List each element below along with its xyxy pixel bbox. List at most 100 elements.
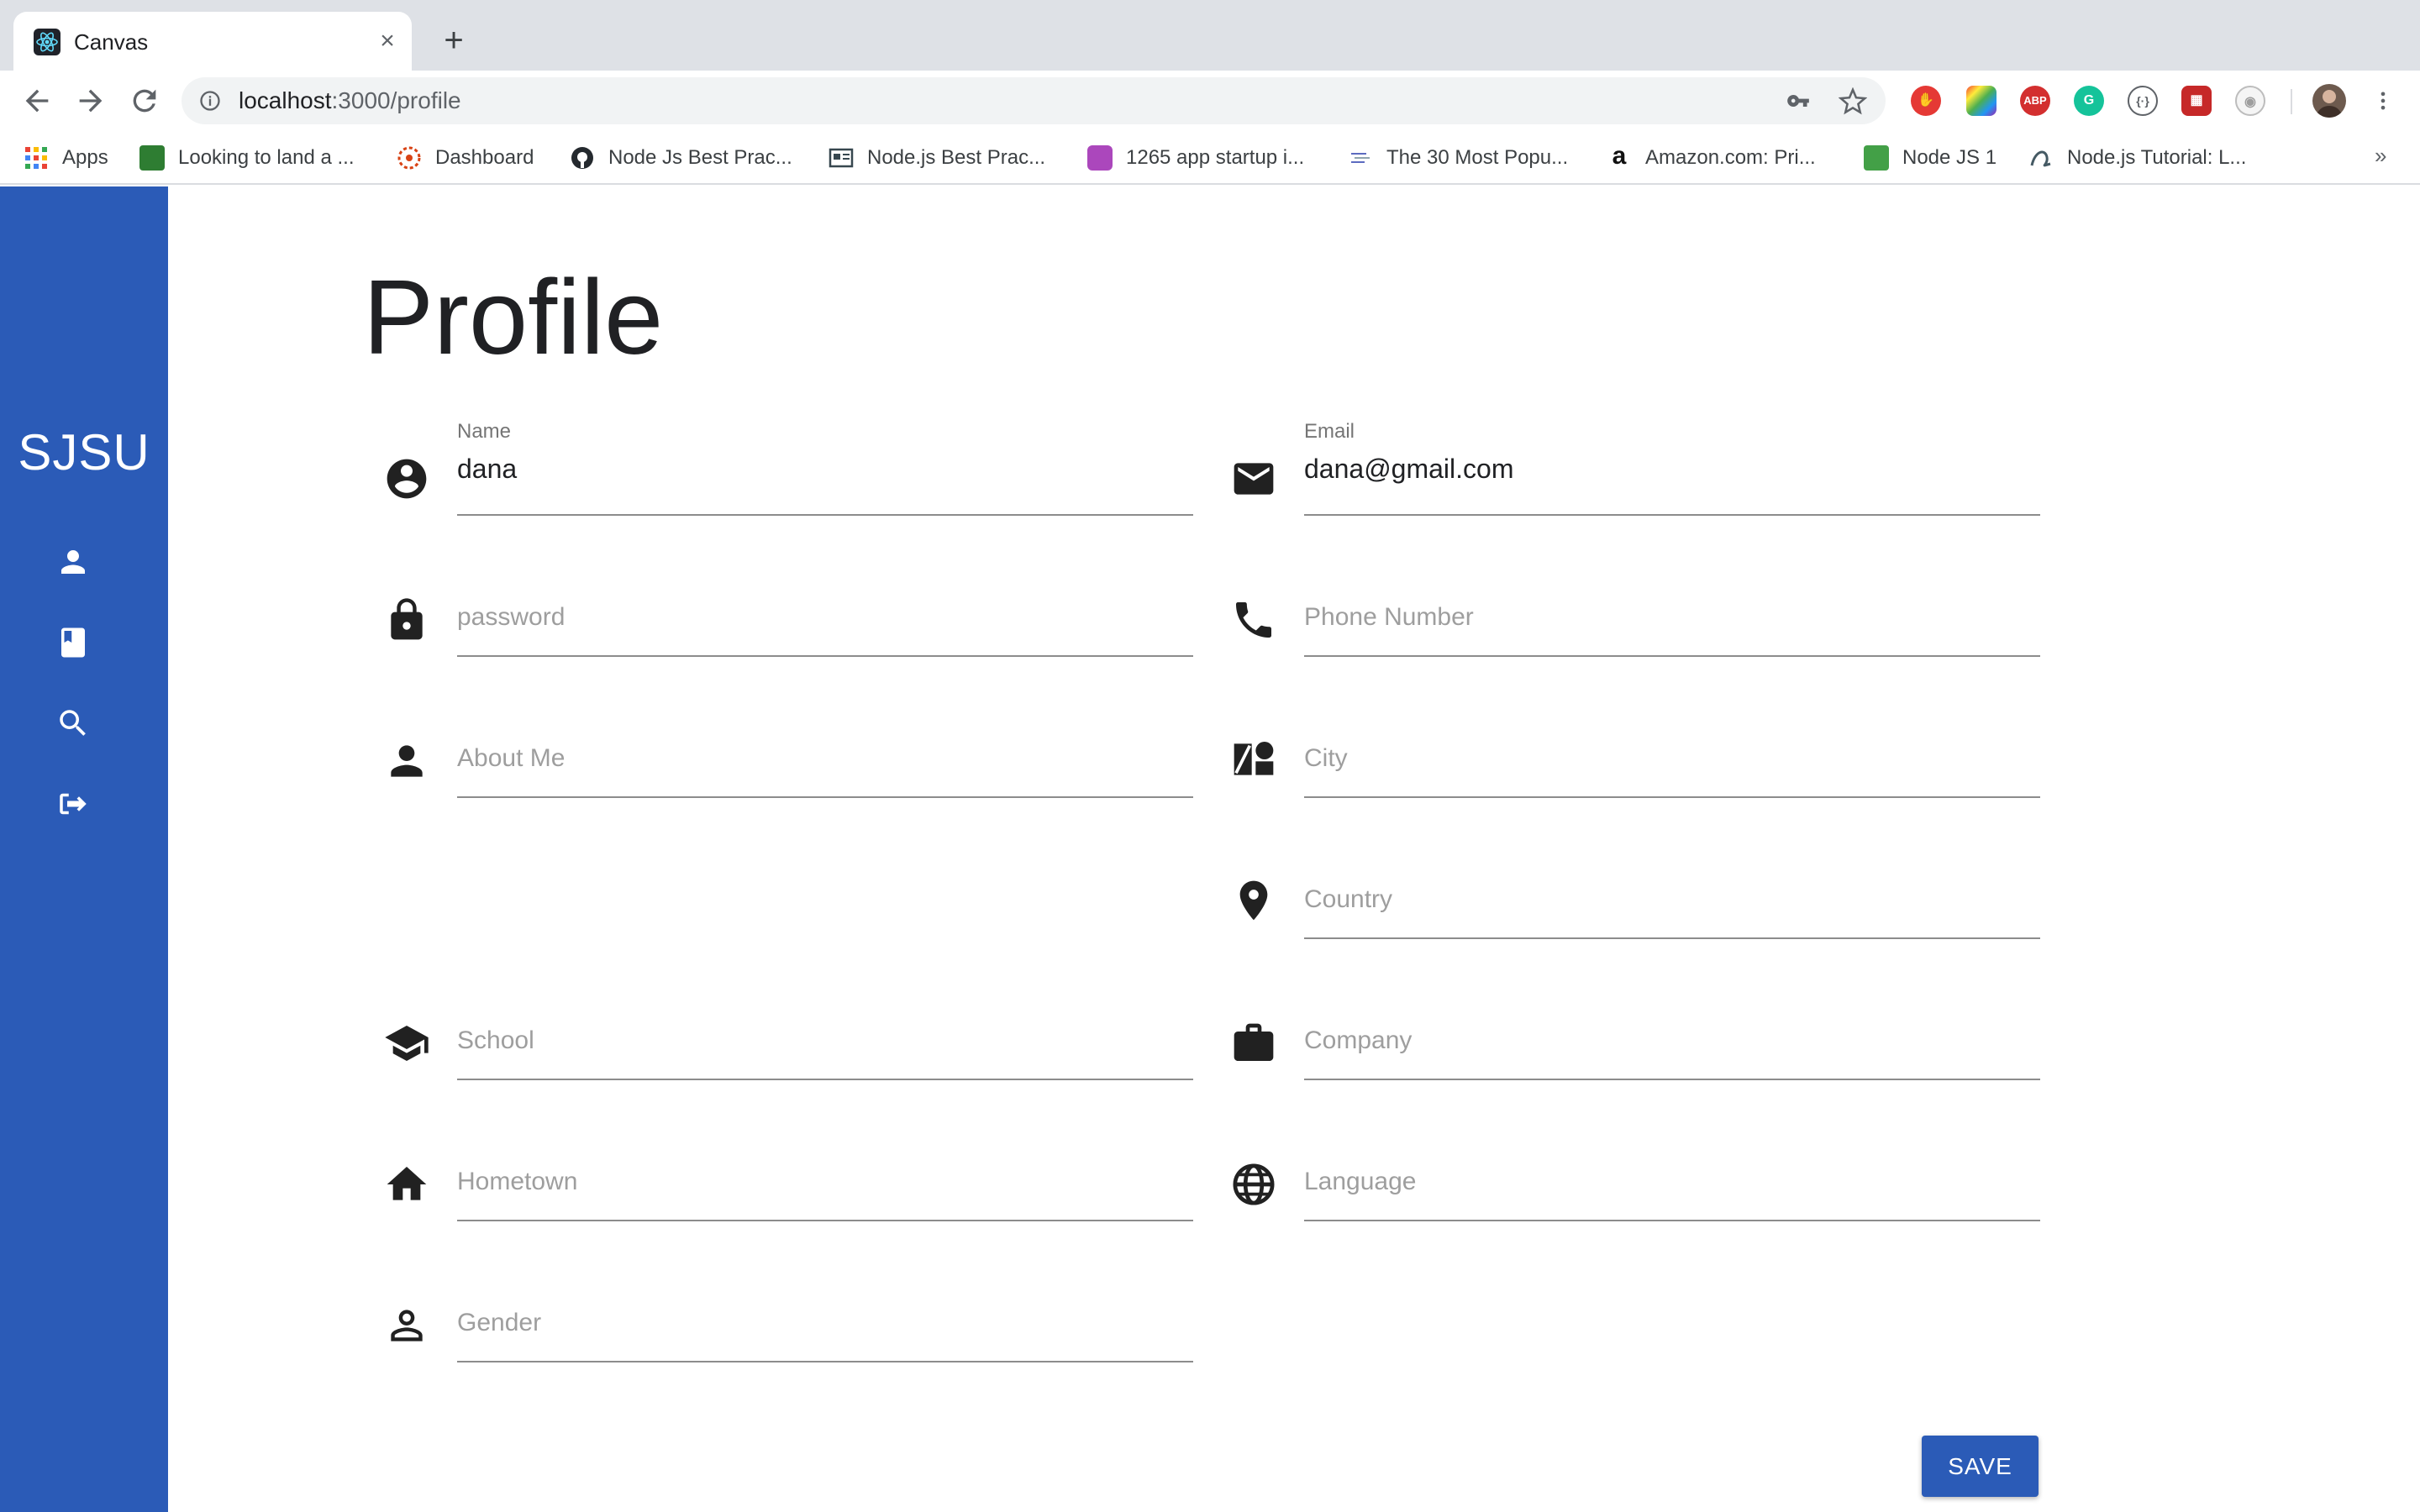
info-icon[interactable] (198, 89, 222, 113)
name-label: Name (457, 420, 512, 443)
apps-grid-icon (25, 147, 47, 169)
bookmark-item[interactable]: Looking to land a ... (139, 141, 354, 175)
url-path: :3000/profile (331, 87, 461, 113)
school-input[interactable] (457, 1026, 1193, 1055)
key-icon[interactable] (1786, 89, 1810, 113)
person-icon[interactable] (55, 544, 91, 580)
field-underline (1304, 1220, 2040, 1221)
page-title: Profile (363, 258, 664, 376)
bookmark-item[interactable]: Node Js Best Prac... (570, 141, 792, 175)
country-field[interactable] (1304, 843, 2040, 939)
list-icon (1351, 153, 1370, 163)
language-field[interactable] (1304, 1126, 2040, 1221)
home-icon (387, 1167, 427, 1200)
tutorial-icon (2030, 150, 2051, 167)
palette-ext-icon[interactable] (1966, 86, 1996, 116)
school-icon (385, 1026, 429, 1061)
email-value[interactable]: dana@gmail.com (1304, 454, 1513, 485)
field-underline (457, 796, 1193, 798)
react-icon (34, 29, 60, 55)
adblock-ext-icon[interactable]: ABP (2020, 86, 2050, 116)
bookmark-item[interactable]: The 30 Most Popu... (1348, 141, 1568, 175)
sidebar: SJSU (0, 186, 168, 1512)
chrome-menu-icon[interactable] (2371, 86, 2395, 116)
name-field[interactable]: Name dana (457, 420, 1193, 516)
logout-icon[interactable] (55, 786, 91, 822)
bookmark-apps[interactable]: Apps (24, 141, 108, 175)
search-icon[interactable] (55, 706, 91, 741)
profile-avatar[interactable] (2312, 84, 2346, 118)
reload-icon[interactable] (128, 84, 161, 118)
field-underline (457, 1079, 1193, 1080)
save-button[interactable]: SAVE (1922, 1436, 2039, 1497)
account-circle-icon (387, 459, 427, 499)
url-text[interactable]: localhost:3000/profile (239, 87, 461, 114)
bookmark-label: Node.js Tutorial: L... (2067, 146, 2247, 169)
tab-title: Canvas (74, 29, 149, 55)
name-value[interactable]: dana (457, 454, 517, 485)
grammarly-ext-icon[interactable]: G (2074, 86, 2104, 116)
address-bar[interactable]: localhost:3000/profile (182, 77, 1886, 124)
company-input[interactable] (1304, 1026, 2040, 1055)
bookmark-label: The 30 Most Popu... (1386, 146, 1569, 169)
bookmark-label: 1265 app startup i... (1126, 146, 1305, 169)
city-field[interactable] (1304, 702, 2040, 798)
city-input[interactable] (1304, 744, 2040, 773)
field-underline (457, 1220, 1193, 1221)
tab-close-icon[interactable]: × (373, 27, 402, 55)
hometown-input[interactable] (457, 1168, 1193, 1196)
location-pin-icon (1239, 880, 1268, 921)
bookmark-label: Looking to land a ... (178, 146, 355, 169)
bookmark-star-icon[interactable] (1839, 87, 1867, 116)
briefcase-icon (1234, 1023, 1274, 1061)
field-underline (1304, 796, 2040, 798)
password-input[interactable] (457, 603, 1193, 632)
bookmark-item[interactable]: Node.js Tutorial: L... (2028, 141, 2246, 175)
amazon-icon: a (1612, 142, 1627, 170)
brand-logo: SJSU (18, 424, 150, 480)
forward-icon[interactable] (74, 84, 108, 118)
bookmarks-bar: Apps Looking to land a ... Dashboard Nod… (0, 131, 2420, 185)
phone-field[interactable] (1304, 561, 2040, 657)
toolbar-separator (2291, 89, 2292, 114)
panda-ext-icon[interactable]: ◉ (2235, 86, 2265, 116)
browser-tab[interactable]: Canvas × (13, 12, 412, 71)
company-field[interactable] (1304, 984, 2040, 1080)
phone-input[interactable] (1304, 603, 2040, 632)
bookmark-item[interactable]: Dashboard (397, 141, 534, 175)
country-input[interactable] (1304, 885, 2040, 914)
hometown-field[interactable] (457, 1126, 1193, 1221)
about-field[interactable] (457, 702, 1193, 798)
browser-toolbar: localhost:3000/profile ✋ ABP G {·} ▦ ◉ (0, 71, 2420, 131)
sheet-icon (1864, 145, 1889, 171)
lock-icon (391, 598, 423, 640)
url-host: localhost (239, 87, 332, 113)
field-underline (457, 1361, 1193, 1362)
bookmark-item[interactable]: Node JS 1 (1864, 141, 1996, 175)
gender-field[interactable] (457, 1267, 1193, 1362)
dashboard-icon (397, 146, 421, 170)
email-label: Email (1304, 420, 1355, 443)
language-input[interactable] (1304, 1168, 2040, 1196)
password-field[interactable] (457, 561, 1193, 657)
bookmarks-overflow-icon[interactable]: » (2375, 143, 2386, 169)
bookmark-item[interactable]: a Amazon.com: Pri... (1607, 141, 1816, 175)
startup-icon (1087, 145, 1113, 171)
school-field[interactable] (457, 984, 1193, 1080)
bookmark-item[interactable]: Node.js Best Prac... (829, 141, 1045, 175)
field-underline (1304, 514, 2040, 516)
about-input[interactable] (457, 744, 1193, 773)
back-icon[interactable] (20, 84, 54, 118)
email-field[interactable]: Email dana@gmail.com (1304, 420, 2040, 516)
code-ext-icon[interactable]: {·} (2128, 86, 2158, 116)
gender-input[interactable] (457, 1309, 1193, 1337)
bookmark-item[interactable]: 1265 app startup i... (1087, 141, 1304, 175)
new-tab-icon[interactable]: + (437, 24, 471, 57)
book-icon[interactable] (55, 625, 91, 660)
stop-sign-ext-icon[interactable]: ✋ (1911, 86, 1941, 116)
article-icon (829, 148, 854, 168)
job-site-icon (139, 145, 165, 171)
bookmark-label: Amazon.com: Pri... (1645, 146, 1816, 169)
bookmark-label: Node JS 1 (1902, 146, 1997, 169)
photo-ext-icon[interactable]: ▦ (2181, 86, 2212, 116)
